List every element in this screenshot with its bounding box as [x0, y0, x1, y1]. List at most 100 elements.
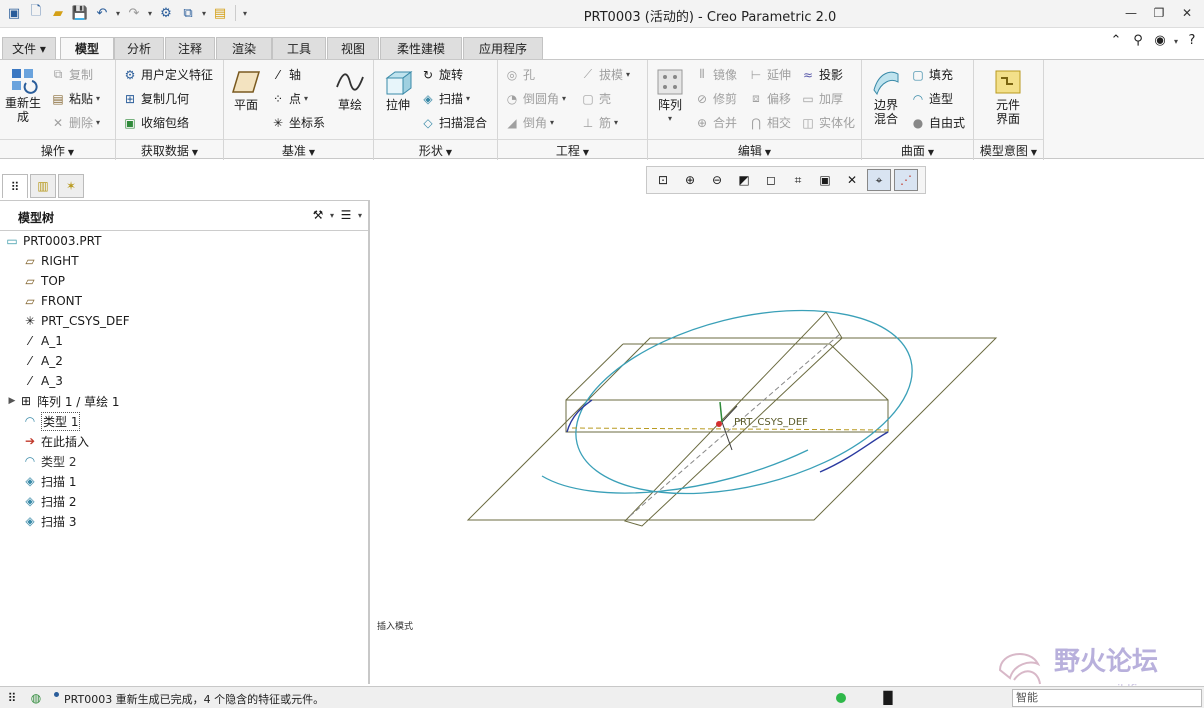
display-style-icon[interactable]: ◻: [759, 169, 783, 191]
pattern-dropdown-icon[interactable]: ▾: [668, 112, 672, 126]
paste-dropdown-icon[interactable]: ▾: [96, 94, 100, 103]
tree-item[interactable]: ⁄ A_1: [22, 331, 63, 351]
merge-button[interactable]: ⊕ 合并: [694, 114, 737, 131]
close-icon[interactable]: ✕: [1176, 4, 1198, 22]
repaint-icon[interactable]: ◩: [732, 169, 756, 191]
trim-button[interactable]: ⊘ 修剪: [694, 90, 737, 107]
shell-button[interactable]: ▢ 壳: [580, 90, 611, 107]
maximize-icon[interactable]: ❐: [1148, 4, 1170, 22]
draft-dropdown-icon[interactable]: ▾: [626, 70, 630, 79]
sketch-button[interactable]: 草绘: [332, 66, 368, 112]
intersect-button[interactable]: ⋂ 相交: [748, 114, 791, 131]
collapse-ribbon-icon[interactable]: ⌃: [1108, 33, 1124, 49]
project-button[interactable]: ≈ 投影: [800, 66, 843, 83]
view-manager-icon[interactable]: ▣: [813, 169, 837, 191]
extrude-button[interactable]: 拉伸: [380, 66, 416, 112]
tab-favorites[interactable]: ✶: [58, 174, 84, 198]
style-curve-inner[interactable]: [541, 449, 809, 494]
sweep-button[interactable]: ◈ 扫描 ▾: [420, 90, 470, 107]
shrinkwrap-button[interactable]: ▣ 收缩包络: [122, 114, 189, 131]
tree-item[interactable]: ✳ PRT_CSYS_DEF: [22, 311, 130, 331]
group-label-surfaces[interactable]: 曲面 ▼: [862, 139, 973, 158]
sweep-curve-right[interactable]: [819, 431, 889, 473]
swept-blend-button[interactable]: ◇ 扫描混合: [420, 114, 487, 131]
tab-view[interactable]: 视图: [327, 37, 379, 59]
group-label-editing[interactable]: 编辑 ▼: [648, 139, 861, 158]
model-viewport[interactable]: PRT_CSYS_DEF: [372, 196, 1204, 684]
extend-button[interactable]: ⊢ 延伸: [748, 66, 791, 83]
tree-columns-dropdown-icon[interactable]: ▾: [358, 211, 362, 220]
group-label-model-intent[interactable]: 模型意图 ▼: [974, 139, 1043, 158]
chamfer-button[interactable]: ◢ 倒角 ▾: [504, 114, 554, 131]
tree-item[interactable]: ▱ RIGHT: [22, 251, 78, 271]
expand-icon[interactable]: ▶: [6, 396, 18, 406]
rib-dropdown-icon[interactable]: ▾: [614, 118, 618, 127]
paste-button[interactable]: ▤ 粘贴 ▾: [50, 90, 100, 107]
selection-filter-dropdown[interactable]: 智能: [1012, 689, 1202, 707]
show-navigator-icon[interactable]: ⠿: [4, 690, 20, 706]
app-icon[interactable]: ▣: [4, 3, 24, 23]
mirror-button[interactable]: ⫴ 镜像: [694, 66, 737, 83]
style-button[interactable]: ◠ 造型: [910, 90, 953, 107]
tree-item[interactable]: ◈ 扫描 2: [22, 491, 76, 511]
close-window-icon[interactable]: ▤: [210, 3, 230, 23]
spin-center-icon[interactable]: ⌖: [867, 169, 891, 191]
round-button[interactable]: ◔ 倒圆角 ▾: [504, 90, 566, 107]
user-defined-feature-button[interactable]: ⚙ 用户定义特征: [122, 66, 213, 83]
round-dropdown-icon[interactable]: ▾: [562, 94, 566, 103]
settings-tools-icon[interactable]: ⚒: [310, 207, 326, 223]
hole-button[interactable]: ◎ 孔: [504, 66, 535, 83]
tab-annotate[interactable]: 注释: [165, 37, 215, 59]
style-curve-ellipse[interactable]: [557, 279, 931, 525]
pattern-button[interactable]: 阵列 ▾: [652, 66, 688, 126]
graphics-area[interactable]: PRT_CSYS_DEF: [372, 196, 1204, 684]
solidify-button[interactable]: ◫ 实体化: [800, 114, 855, 131]
rib-button[interactable]: ⊥ 筋 ▾: [580, 114, 618, 131]
copy-button[interactable]: ⧉ 复制: [50, 66, 93, 83]
regenerate-icon[interactable]: ⚙: [156, 3, 176, 23]
fill-button[interactable]: ▢ 填充: [910, 66, 953, 83]
community-dropdown-icon[interactable]: ▾: [1174, 37, 1178, 46]
group-label-shapes[interactable]: 形状 ▼: [374, 139, 497, 158]
group-label-get-data[interactable]: 获取数据 ▼: [116, 139, 223, 158]
tree-item[interactable]: ▭ PRT0003.PRT: [4, 231, 101, 251]
zoom-in-icon[interactable]: ⊕: [678, 169, 702, 191]
tab-model[interactable]: 模型: [60, 37, 114, 60]
redo-icon[interactable]: ↷: [124, 3, 144, 23]
tab-flexible-modeling[interactable]: 柔性建模: [380, 37, 462, 59]
draft-button[interactable]: ⟋ 拔模 ▾: [580, 66, 630, 83]
datum-axis[interactable]: [571, 427, 893, 431]
chamfer-dropdown-icon[interactable]: ▾: [550, 118, 554, 127]
redo-dropdown-icon[interactable]: ▾: [146, 9, 154, 18]
show-browser-icon[interactable]: ◍: [28, 690, 44, 706]
delete-dropdown-icon[interactable]: ▾: [96, 118, 100, 127]
tab-tools[interactable]: 工具: [272, 37, 326, 59]
new-file-icon[interactable]: 🗋: [26, 3, 46, 23]
windows-icon[interactable]: ⧉: [178, 3, 198, 23]
help-icon[interactable]: ?: [1184, 33, 1200, 49]
thicken-button[interactable]: ▭ 加厚: [800, 90, 843, 107]
search-icon[interactable]: ⚲: [1130, 33, 1146, 49]
undo-dropdown-icon[interactable]: ▾: [114, 9, 122, 18]
tab-file[interactable]: 文件 ▾: [2, 37, 56, 59]
group-label-engineering[interactable]: 工程 ▼: [498, 139, 647, 158]
saved-orientations-icon[interactable]: ⌗: [786, 169, 810, 191]
tab-folder-browser[interactable]: ▥: [30, 174, 56, 198]
tree-item[interactable]: ◠ 类型 2: [22, 451, 77, 471]
tab-render[interactable]: 渲染: [216, 37, 272, 59]
tab-applications[interactable]: 应用程序: [463, 37, 543, 59]
copy-geometry-button[interactable]: ⊞ 复制几何: [122, 90, 189, 107]
tree-item[interactable]: ◈ 扫描 3: [22, 511, 76, 531]
settings-dropdown-icon[interactable]: ▾: [330, 211, 334, 220]
tab-model-tree[interactable]: ⠿: [2, 174, 28, 198]
refit-icon[interactable]: ⊡: [651, 169, 675, 191]
delete-button[interactable]: ✕ 删除 ▾: [50, 114, 100, 131]
offset-button[interactable]: ⧈ 偏移: [748, 90, 791, 107]
open-folder-icon[interactable]: ▰: [48, 3, 68, 23]
csys-button[interactable]: ✳ 坐标系: [270, 114, 325, 131]
tree-item[interactable]: ◠ 类型 1: [22, 411, 81, 431]
community-icon[interactable]: ◉: [1152, 33, 1168, 49]
point-button[interactable]: ⁘ 点 ▾: [270, 90, 308, 107]
selection-filter-icon[interactable]: ▐▌: [879, 690, 897, 706]
axis-button[interactable]: ⁄ 轴: [270, 66, 301, 83]
